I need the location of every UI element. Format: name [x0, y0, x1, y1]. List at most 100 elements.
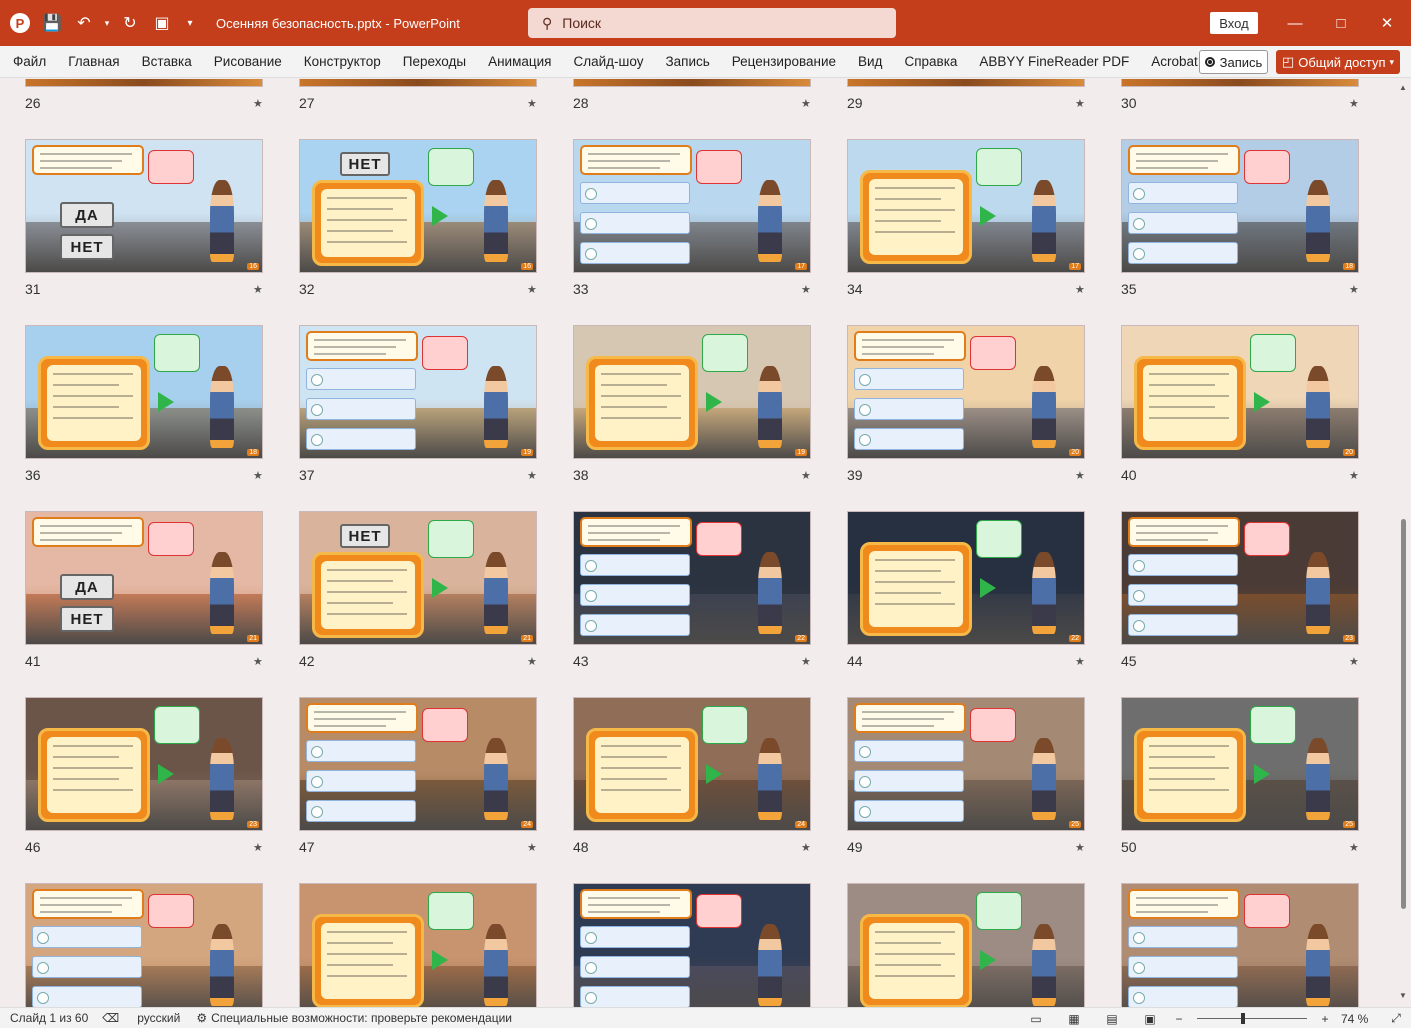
slide-thumbnail[interactable]: 20: [847, 325, 1085, 459]
vertical-scrollbar[interactable]: ▲ ▼: [1396, 79, 1411, 1007]
tab-animation[interactable]: Анимация: [477, 46, 562, 78]
zoom-knob[interactable]: [1241, 1013, 1245, 1024]
star-icon[interactable]: ★: [1349, 469, 1359, 482]
tab-file[interactable]: Файл: [0, 46, 57, 78]
slide-thumbnail[interactable]: НЕТ 21: [299, 511, 537, 645]
star-icon[interactable]: ★: [527, 469, 537, 482]
star-icon[interactable]: ★: [1349, 655, 1359, 668]
maximize-icon[interactable]: □: [1318, 0, 1364, 46]
customize-toolbar-icon[interactable]: ▾: [178, 0, 202, 46]
star-icon[interactable]: ★: [253, 97, 263, 110]
star-icon[interactable]: ★: [801, 469, 811, 482]
slide-sorter-view-icon[interactable]: ▦: [1055, 1012, 1093, 1026]
undo-dropdown-icon[interactable]: ▾: [100, 0, 114, 46]
slide-thumbnail[interactable]: ДА НЕТ 16: [25, 139, 263, 273]
slide-thumbnail[interactable]: 24: [299, 697, 537, 831]
tab-draw[interactable]: Рисование: [203, 46, 293, 78]
fit-to-window-icon[interactable]: ⤢: [1381, 1011, 1411, 1026]
star-icon[interactable]: ★: [253, 283, 263, 296]
star-icon[interactable]: ★: [1075, 841, 1085, 854]
star-icon[interactable]: ★: [1349, 283, 1359, 296]
reading-view-icon[interactable]: ▤: [1093, 1012, 1131, 1026]
zoom-level[interactable]: 74 %: [1341, 1012, 1381, 1026]
star-icon[interactable]: ★: [1075, 655, 1085, 668]
redo-icon[interactable]: ↻: [114, 0, 146, 46]
slide-thumbnail-partial[interactable]: [1121, 79, 1359, 87]
slide-thumbnail[interactable]: 24: [573, 697, 811, 831]
star-icon[interactable]: ★: [801, 283, 811, 296]
tab-review[interactable]: Рецензирование: [721, 46, 847, 78]
normal-view-icon[interactable]: ▭: [1017, 1012, 1055, 1026]
present-icon[interactable]: ▣: [146, 0, 178, 46]
save-icon[interactable]: 💾: [36, 0, 68, 46]
star-icon[interactable]: ★: [1349, 841, 1359, 854]
language-indicator[interactable]: русский: [137, 1011, 180, 1025]
tab-home[interactable]: Главная: [57, 46, 130, 78]
record-button[interactable]: Запись: [1199, 50, 1268, 74]
tab-view[interactable]: Вид: [847, 46, 893, 78]
scroll-thumb[interactable]: [1401, 519, 1406, 909]
tab-insert[interactable]: Вставка: [131, 46, 203, 78]
star-icon[interactable]: ★: [801, 655, 811, 668]
slide-thumbnail[interactable]: 18: [1121, 139, 1359, 273]
slide-thumbnail[interactable]: 25: [1121, 697, 1359, 831]
slide-thumbnail[interactable]: 22: [573, 511, 811, 645]
tab-help[interactable]: Справка: [893, 46, 968, 78]
slide-thumbnail[interactable]: 20: [1121, 325, 1359, 459]
login-button[interactable]: Вход: [1210, 12, 1258, 34]
star-icon[interactable]: ★: [253, 655, 263, 668]
star-icon[interactable]: ★: [527, 283, 537, 296]
tab-design[interactable]: Конструктор: [293, 46, 392, 78]
star-icon[interactable]: ★: [1075, 97, 1085, 110]
search-box[interactable]: ⚲ Поиск: [528, 8, 896, 38]
slide-thumbnail[interactable]: 23: [1121, 511, 1359, 645]
accessibility-status[interactable]: ⚙ Специальные возможности: проверьте рек…: [196, 1011, 512, 1025]
slide-thumbnail[interactable]: 19: [299, 325, 537, 459]
slide-thumbnail[interactable]: 27: [847, 883, 1085, 1007]
star-icon[interactable]: ★: [1075, 469, 1085, 482]
star-icon[interactable]: ★: [527, 97, 537, 110]
slide-thumbnail[interactable]: 17: [847, 139, 1085, 273]
slide-thumbnail-partial[interactable]: [299, 79, 537, 87]
minimize-icon[interactable]: —: [1272, 0, 1318, 46]
close-icon[interactable]: ✕: [1364, 0, 1410, 46]
tab-abbyy[interactable]: ABBYY FineReader PDF: [968, 46, 1140, 78]
slide-thumbnail[interactable]: 26: [299, 883, 537, 1007]
slide-thumbnail[interactable]: ДА НЕТ 21: [25, 511, 263, 645]
slideshow-view-icon[interactable]: ▣: [1131, 1012, 1169, 1026]
slide-thumbnail[interactable]: 22: [847, 511, 1085, 645]
star-icon[interactable]: ★: [527, 655, 537, 668]
scroll-up-icon[interactable]: ▲: [1399, 83, 1407, 92]
slide-thumbnail[interactable]: 28: [1121, 883, 1359, 1007]
star-icon[interactable]: ★: [801, 97, 811, 110]
star-icon[interactable]: ★: [1349, 97, 1359, 110]
slide-thumbnail[interactable]: 27: [573, 883, 811, 1007]
slide-thumbnail[interactable]: 23: [25, 697, 263, 831]
tab-slideshow[interactable]: Слайд-шоу: [562, 46, 654, 78]
tab-transitions[interactable]: Переходы: [392, 46, 477, 78]
zoom-out-icon[interactable]: −: [1169, 1012, 1189, 1026]
slide-thumbnail[interactable]: 17: [573, 139, 811, 273]
answer-option: [306, 428, 416, 450]
zoom-slider[interactable]: [1197, 1013, 1307, 1024]
slide-thumbnail[interactable]: 19: [573, 325, 811, 459]
star-icon[interactable]: ★: [1075, 283, 1085, 296]
slide-thumbnail[interactable]: НЕТ 16: [299, 139, 537, 273]
undo-icon[interactable]: ↶: [68, 0, 100, 46]
star-icon[interactable]: ★: [801, 841, 811, 854]
slide-thumbnail[interactable]: 25: [847, 697, 1085, 831]
zoom-in-icon[interactable]: +: [1315, 1012, 1335, 1026]
star-icon[interactable]: ★: [253, 841, 263, 854]
spellcheck-icon[interactable]: ⌫: [102, 1011, 119, 1025]
star-icon[interactable]: ★: [253, 469, 263, 482]
tab-record[interactable]: Запись: [654, 46, 720, 78]
slide-thumbnail[interactable]: 26: [25, 883, 263, 1007]
question-card: [32, 517, 144, 547]
star-icon[interactable]: ★: [527, 841, 537, 854]
share-button[interactable]: ◰ Общий доступ ▾: [1276, 50, 1400, 74]
scroll-down-icon[interactable]: ▼: [1399, 991, 1407, 1000]
slide-thumbnail-partial[interactable]: [25, 79, 263, 87]
slide-thumbnail[interactable]: 18: [25, 325, 263, 459]
slide-thumbnail-partial[interactable]: [847, 79, 1085, 87]
slide-thumbnail-partial[interactable]: [573, 79, 811, 87]
